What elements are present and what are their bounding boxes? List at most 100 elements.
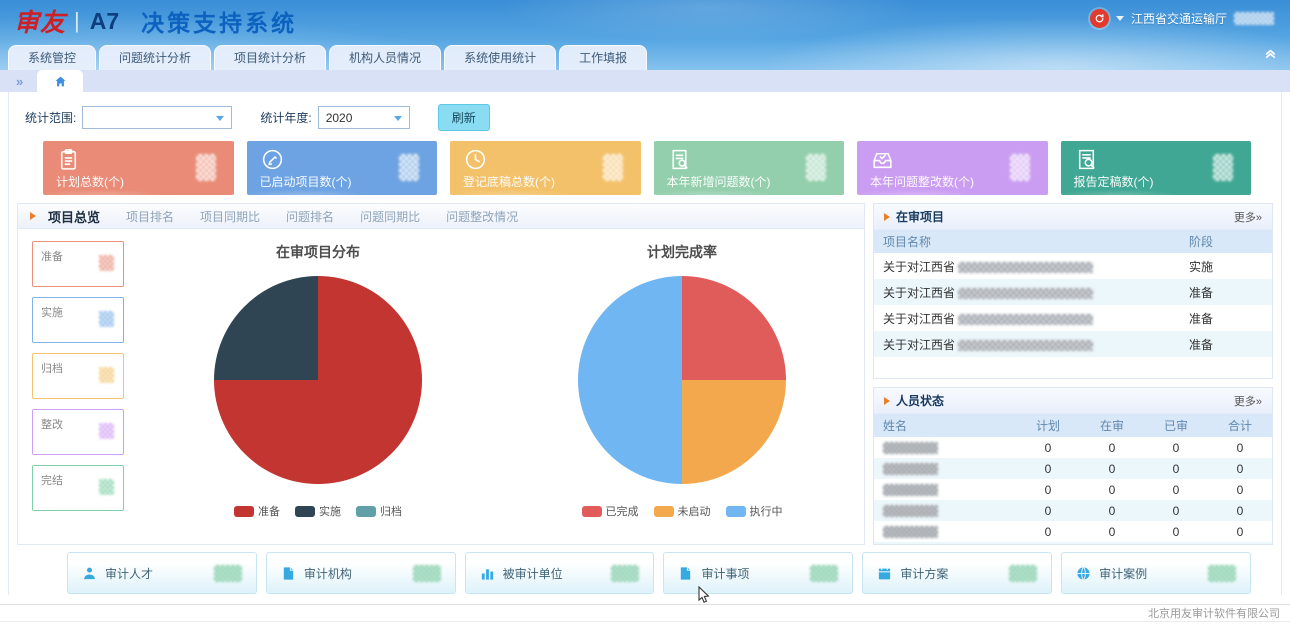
quick-link-card[interactable]: 审计方案	[862, 552, 1052, 594]
notification-refresh-button[interactable]	[1090, 9, 1109, 28]
legend-swatch	[356, 506, 376, 517]
nav-tab[interactable]: 问题统计分析	[99, 45, 211, 70]
subtab[interactable]: 问题同期比	[360, 208, 420, 225]
project-row[interactable]: 关于对江西省 准备	[874, 331, 1272, 357]
personnel-row: 0 0 0 0	[874, 479, 1272, 500]
doc-search-icon	[667, 147, 692, 172]
pie-project-distribution[interactable]	[214, 276, 422, 484]
app-title: 决策支持系统	[141, 4, 297, 38]
legend-item[interactable]: 归档	[356, 503, 402, 519]
collapse-tabs-button[interactable]	[1263, 45, 1278, 65]
nav-tab[interactable]: 系统管控	[8, 45, 96, 70]
scope-select[interactable]	[82, 106, 232, 129]
stat-card-label: 本年新增问题数(个)	[667, 173, 771, 190]
stage-status-box[interactable]: 整改	[32, 409, 124, 455]
nav-tab[interactable]: 系统使用统计	[444, 45, 556, 70]
project-row[interactable]: 关于对江西省 准备	[874, 279, 1272, 305]
subtab-bar: 项目总览 项目排名 项目同期比 问题排名 问题同期比 问题整改情况	[18, 204, 864, 229]
legend-swatch	[234, 506, 254, 517]
redacted-link-count	[810, 565, 838, 582]
decision-support-dashboard: 审友 | A7 决策支持系统 江西省交通运输厅 系统管控问题统计分析项目统计分析…	[0, 0, 1290, 626]
edit-circle-icon	[260, 147, 285, 172]
redacted-project-name	[958, 340, 1093, 351]
refresh-icon	[1094, 13, 1105, 24]
nav-tab[interactable]: 项目统计分析	[214, 45, 326, 70]
document-icon	[678, 566, 693, 581]
stage-status-box[interactable]: 完结	[32, 465, 124, 511]
chart-body: 准备 实施 归档 整改 完结	[18, 229, 864, 544]
chart-title: 计划完成率	[647, 242, 717, 262]
stat-card[interactable]: 本年新增问题数(个)	[654, 141, 845, 195]
right-column: 在审项目 更多» 项目名称 阶段 关于对江	[873, 203, 1273, 545]
subtab[interactable]: 问题排名	[286, 208, 334, 225]
project-name-prefix: 关于对江西省	[883, 338, 955, 352]
quick-link-card[interactable]: 审计案例	[1061, 552, 1251, 594]
quick-link-label: 审计事项	[701, 565, 749, 582]
stage-status-box[interactable]: 准备	[32, 241, 124, 287]
redacted-username	[1234, 12, 1274, 25]
quick-link-label: 被审计单位	[503, 565, 563, 582]
legend-item[interactable]: 未启动	[654, 503, 711, 519]
project-row[interactable]: 关于对江西省 准备	[874, 305, 1272, 331]
subtab[interactable]: 项目排名	[126, 208, 174, 225]
total-count-cell: 0	[1208, 479, 1272, 500]
column-reviewed: 已审	[1144, 414, 1208, 437]
quick-link-card[interactable]: 审计事项	[663, 552, 853, 594]
subtab[interactable]: 项目总览	[48, 207, 100, 226]
double-chevron-up-icon	[1263, 45, 1278, 60]
home-tab[interactable]	[37, 70, 83, 92]
clock-icon	[463, 147, 488, 172]
nav-tab[interactable]: 机构人员情况	[329, 45, 441, 70]
legend-label: 准备	[258, 503, 280, 519]
stat-card[interactable]: 登记底稿总数(个)	[450, 141, 641, 195]
year-select[interactable]: 2020	[318, 106, 410, 129]
panel-bullet-icon	[884, 213, 890, 221]
stage-status-box[interactable]: 归档	[32, 353, 124, 399]
expand-chevron-icon[interactable]: »	[16, 74, 23, 89]
legend-item[interactable]: 准备	[234, 503, 280, 519]
chevron-down-icon	[216, 116, 224, 121]
quick-link-card[interactable]: 被审计单位	[465, 552, 655, 594]
stat-card[interactable]: 本年问题整改数(个)	[857, 141, 1048, 195]
legend-swatch	[295, 506, 315, 517]
user-dropdown-caret[interactable]	[1116, 16, 1124, 21]
in-review-count-cell: 0	[1080, 542, 1144, 545]
stat-card[interactable]: 计划总数(个)	[43, 141, 234, 195]
scope-label: 统计范围:	[25, 109, 76, 126]
quick-link-card[interactable]: 审计人才	[67, 552, 257, 594]
stat-card[interactable]: 报告定稿数(个)	[1061, 141, 1252, 195]
redacted-project-name	[958, 288, 1093, 299]
stage-label: 归档	[41, 360, 63, 376]
user-area: 江西省交通运输厅	[1090, 9, 1274, 28]
project-row[interactable]: 关于对江西省 实施	[874, 253, 1272, 279]
main-nav-tabs: 系统管控问题统计分析项目统计分析机构人员情况系统使用统计工作填报	[0, 42, 1290, 70]
legend-label: 执行中	[750, 503, 783, 519]
more-link[interactable]: 更多»	[1234, 393, 1262, 409]
nav-tab[interactable]: 工作填报	[559, 45, 647, 70]
redacted-link-count	[1208, 565, 1236, 582]
organization-name: 江西省交通运输厅	[1131, 10, 1227, 27]
stat-card[interactable]: 已启动项目数(个)	[247, 141, 438, 195]
panel-bullet-icon	[884, 397, 890, 405]
redacted-project-name	[958, 314, 1093, 325]
pie-plan-completion[interactable]	[578, 276, 786, 484]
company-name: 北京用友审计软件有限公司	[1148, 608, 1280, 620]
column-name: 姓名	[874, 414, 1016, 437]
more-link[interactable]: 更多»	[1234, 209, 1262, 225]
refresh-button[interactable]: 刷新	[438, 104, 490, 131]
legend-item[interactable]: 执行中	[726, 503, 783, 519]
legend-item[interactable]: 实施	[295, 503, 341, 519]
stage-label: 整改	[41, 416, 63, 432]
legend-item[interactable]: 已完成	[582, 503, 639, 519]
subtab[interactable]: 项目同期比	[200, 208, 260, 225]
redacted-stat-value	[603, 154, 623, 181]
stat-cards: 计划总数(个) 已启动项目数(个) 登记底稿总数(个) 本年新增问题数(个) 本…	[43, 141, 1251, 195]
bar-chart-icon	[480, 566, 495, 581]
quick-link-card[interactable]: 审计机构	[266, 552, 456, 594]
plan-count-cell: 0	[1016, 542, 1080, 545]
legend-label: 归档	[380, 503, 402, 519]
page-content: 统计范围: 统计年度: 2020 刷新 计划总数(个) 已启动项目数(个)	[8, 92, 1282, 595]
stage-status-box[interactable]: 实施	[32, 297, 124, 343]
subtab[interactable]: 问题整改情况	[446, 208, 518, 225]
plan-count-cell: 0	[1016, 500, 1080, 521]
